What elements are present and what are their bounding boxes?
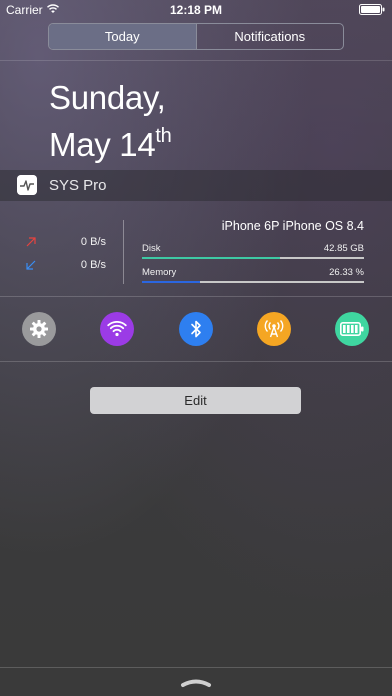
arrow-down-left-icon <box>26 260 36 270</box>
chevron-handle-icon[interactable] <box>180 676 212 688</box>
disk-value: 42.85 GB <box>323 243 364 254</box>
clock: 12:18 PM <box>169 3 223 17</box>
disk-fill <box>142 257 280 259</box>
disk-label: Disk <box>142 243 161 254</box>
wifi-toggle[interactable] <box>100 312 134 346</box>
memory-value: 26.33 % <box>329 267 364 278</box>
stats-separator <box>123 220 124 284</box>
bluetooth-icon <box>191 320 201 338</box>
cellular-toggle[interactable] <box>257 312 291 346</box>
battery-icon <box>340 322 364 336</box>
cellular-tower-icon <box>264 320 284 338</box>
battery-button[interactable] <box>335 312 369 346</box>
wifi-icon <box>107 321 127 337</box>
download-value: 0 B/s <box>80 259 106 271</box>
disk-track <box>142 257 364 259</box>
memory-fill <box>142 281 201 283</box>
device-info: iPhone 6P iPhone OS 8.4 <box>221 219 364 233</box>
weekday: Sunday, <box>49 79 166 116</box>
download-speed: 0 B/s <box>24 257 106 273</box>
widget-title: SYS Pro <box>49 177 107 194</box>
widget-header[interactable]: SYS Pro <box>0 170 392 201</box>
battery-status-icon <box>359 4 385 15</box>
date-heading: Sunday, May 14th <box>49 79 172 164</box>
divider <box>0 296 392 297</box>
view-segmented-control: Today Notifications <box>48 23 344 50</box>
divider <box>0 361 392 362</box>
divider <box>0 667 392 668</box>
disk-meter: Disk 42.85 GB <box>142 243 364 261</box>
gear-icon <box>30 320 48 338</box>
memory-track <box>142 281 364 283</box>
month-day: May 14th <box>49 125 172 163</box>
quick-toggles <box>0 312 392 346</box>
memory-meter: Memory 26.33 % <box>142 267 364 285</box>
memory-label: Memory <box>142 267 177 278</box>
pulse-icon <box>17 175 37 195</box>
tab-notifications[interactable]: Notifications <box>195 24 344 49</box>
upload-speed: 0 B/s <box>24 234 106 250</box>
system-stats: 0 B/s 0 B/s iPhone 6P iPhone OS 8.4 Disk… <box>0 208 392 288</box>
settings-button[interactable] <box>22 312 56 346</box>
day-suffix: th <box>155 125 172 147</box>
divider <box>0 60 392 61</box>
edit-button[interactable]: Edit <box>90 387 301 414</box>
bluetooth-toggle[interactable] <box>179 312 213 346</box>
status-bar: Carrier 12:18 PM <box>0 0 392 20</box>
upload-value: 0 B/s <box>80 236 106 248</box>
tab-today[interactable]: Today <box>49 24 196 49</box>
arrow-up-right-icon <box>26 237 36 247</box>
